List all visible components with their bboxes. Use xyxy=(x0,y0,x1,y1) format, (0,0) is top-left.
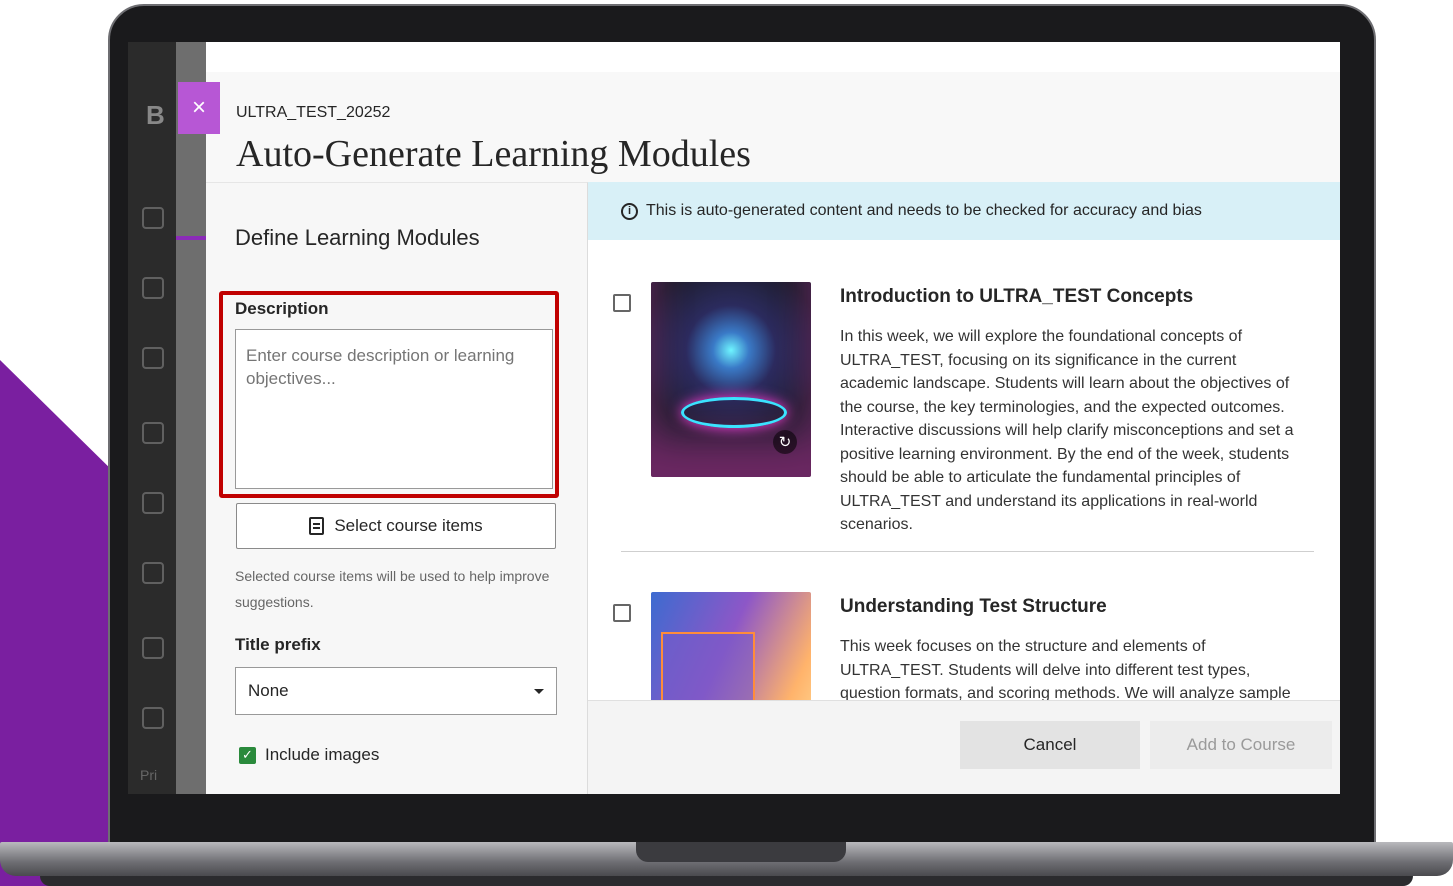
background-privacy-text: Pri xyxy=(140,767,158,783)
close-button[interactable]: × xyxy=(178,82,220,134)
module-checkbox[interactable] xyxy=(613,604,631,622)
user-icon xyxy=(142,207,164,229)
description-input[interactable] xyxy=(235,329,553,489)
description-label: Description xyxy=(235,299,329,318)
refresh-icon[interactable]: ↻ xyxy=(773,430,797,454)
module-title: Introduction to ULTRA_TEST Concepts xyxy=(840,286,1194,307)
module-divider xyxy=(621,551,1314,552)
module-title: Understanding Test Structure xyxy=(840,596,1107,617)
background-tab-accent xyxy=(176,236,206,240)
auto-generate-modal: ULTRA_TEST_20252 Auto-Generate Learning … xyxy=(178,42,1340,794)
define-modules-pane: Define Learning Modules Description Sele… xyxy=(206,182,588,794)
include-images-checkbox[interactable]: ✓ xyxy=(239,746,256,764)
info-icon: i xyxy=(621,202,638,220)
laptop-notch xyxy=(636,842,846,862)
background-logo: B xyxy=(146,100,165,130)
module-card: ↻ Introduction to ULTRA_TEST Concepts In… xyxy=(588,282,1340,552)
helper-text: Selected course items will be used to he… xyxy=(235,568,550,610)
background-content-strip xyxy=(176,42,206,794)
module-checkbox[interactable] xyxy=(613,294,631,312)
course-code: ULTRA_TEST_20252 xyxy=(236,104,391,121)
courses-icon xyxy=(142,347,164,369)
select-course-items-label: Select course items xyxy=(334,516,483,535)
close-icon: × xyxy=(191,94,206,121)
title-prefix-select[interactable]: None xyxy=(235,667,557,715)
laptop-screen: B Pri ULTRA_TEST_20252 Auto-Generate Lea… xyxy=(128,42,1340,794)
generated-modules-pane: i This is auto-generated content and nee… xyxy=(588,182,1340,794)
calendar-icon xyxy=(142,422,164,444)
modal-title: Auto-Generate Learning Modules xyxy=(236,133,751,175)
checkmark-icon: ✓ xyxy=(242,747,253,762)
section-title: Define Learning Modules xyxy=(235,225,480,250)
ai-notice-text: This is auto-generated content and needs… xyxy=(646,202,1202,219)
stage: B Pri ULTRA_TEST_20252 Auto-Generate Lea… xyxy=(0,0,1453,886)
title-prefix-value: None xyxy=(248,681,289,700)
module-thumbnail: ↻ xyxy=(651,282,811,477)
sign-out-icon xyxy=(142,707,164,729)
include-images-row[interactable]: ✓ Include images xyxy=(239,745,379,765)
add-to-course-button[interactable]: Add to Course xyxy=(1150,721,1332,769)
tools-icon xyxy=(142,637,164,659)
modal-footer: Cancel Add to Course xyxy=(588,700,1340,794)
module-description: In this week, we will explore the founda… xyxy=(840,328,1294,533)
caret-down-icon xyxy=(534,688,544,694)
globe-icon xyxy=(142,277,164,299)
ai-notice-banner: i This is auto-generated content and nee… xyxy=(588,182,1340,240)
select-course-items-button[interactable]: Select course items xyxy=(236,503,556,549)
grades-icon xyxy=(142,562,164,584)
include-images-label: Include images xyxy=(265,745,380,764)
laptop-shadow xyxy=(40,876,1413,886)
cancel-button[interactable]: Cancel xyxy=(960,721,1140,769)
messages-icon xyxy=(142,492,164,514)
title-prefix-label: Title prefix xyxy=(235,635,321,654)
document-icon xyxy=(309,517,325,535)
